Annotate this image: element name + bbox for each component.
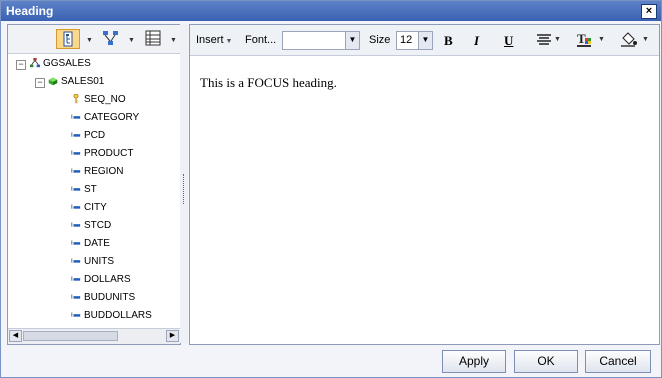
- svg-text:T: T: [577, 32, 586, 46]
- field-tree-panel: ▼ ▼ ▼ − GGSALES − SALES01 SEQ_NO CATEGOR…: [7, 24, 181, 345]
- hierarchy-icon: [30, 58, 40, 68]
- scroll-right-icon[interactable]: ▶: [166, 330, 179, 342]
- italic-button[interactable]: I: [474, 33, 479, 49]
- field-label: STCD: [84, 220, 112, 231]
- scroll-thumb[interactable]: [23, 331, 118, 341]
- field-icon: [71, 132, 81, 138]
- heading-editor-panel: Insert ▼ Font... ▼ Size 12 ▼ B I U ▼ T ▼…: [189, 24, 660, 345]
- font-dropdown-icon[interactable]: ▼: [345, 31, 360, 50]
- text-color-icon[interactable]: T: [576, 32, 594, 48]
- tree-field-st[interactable]: ST: [71, 182, 97, 198]
- apply-button[interactable]: Apply: [442, 350, 506, 373]
- tree-field-pcd[interactable]: PCD: [71, 128, 105, 144]
- horizontal-scrollbar[interactable]: ◀ ▶: [8, 328, 180, 344]
- tree-field-category[interactable]: CATEGORY: [71, 110, 139, 126]
- tree-node-label: GGSALES: [43, 58, 91, 69]
- field-icon: [71, 150, 81, 156]
- align-icon[interactable]: [536, 34, 552, 46]
- size-label: Size: [369, 34, 391, 46]
- editor-toolbar: Insert ▼ Font... ▼ Size 12 ▼ B I U ▼ T ▼…: [190, 25, 659, 56]
- size-dropdown-icon[interactable]: ▼: [418, 31, 433, 50]
- size-value: 12: [400, 34, 413, 46]
- field-icon: [71, 168, 81, 174]
- field-icon: [71, 258, 81, 264]
- align-dropdown-icon[interactable]: ▼: [554, 36, 561, 43]
- key-icon: [73, 94, 79, 104]
- field-label: CITY: [84, 202, 107, 213]
- field-label: PCD: [84, 130, 106, 141]
- heading-dialog: Heading × ▼ ▼ ▼ − GGSALES − SALES01 SEQ_…: [0, 0, 662, 378]
- field-label: CATEGORY: [84, 112, 140, 123]
- field-label: UNITS: [84, 256, 114, 267]
- field-label: DOLLARS: [84, 274, 131, 285]
- tree-view-icon: [63, 31, 73, 47]
- tree-node-label: SALES01: [61, 76, 105, 87]
- panel-splitter[interactable]: [180, 24, 188, 343]
- field-icon: [71, 222, 81, 228]
- ok-button[interactable]: OK: [514, 350, 578, 373]
- tree-node-root[interactable]: GGSALES: [30, 56, 91, 72]
- field-label: DATE: [84, 238, 110, 249]
- field-icon: [71, 114, 81, 120]
- tree-field-city[interactable]: CITY: [71, 200, 107, 216]
- cancel-button[interactable]: Cancel: [585, 350, 651, 373]
- left-toolbar: ▼ ▼ ▼: [8, 25, 180, 54]
- field-tree: − GGSALES − SALES01 SEQ_NO CATEGORY PCD …: [8, 55, 180, 327]
- title-bar: Heading ×: [1, 1, 661, 21]
- field-label: BUDUNITS: [84, 292, 136, 303]
- tree-field-dollars[interactable]: DOLLARS: [71, 272, 131, 288]
- field-label: ST: [84, 184, 97, 195]
- scroll-left-icon[interactable]: ◀: [9, 330, 22, 342]
- close-icon[interactable]: ×: [641, 4, 657, 19]
- field-label: PRODUCT: [84, 148, 134, 159]
- fill-color-icon[interactable]: [620, 32, 638, 48]
- field-label: BUDDOLLARS: [84, 310, 152, 321]
- field-icon: [71, 294, 81, 300]
- list-view-button[interactable]: [142, 29, 164, 49]
- text-color-dropdown-icon[interactable]: ▼: [598, 36, 605, 43]
- font-button[interactable]: Font...: [245, 34, 276, 46]
- tree-field-seq-no[interactable]: SEQ_NO: [71, 92, 126, 108]
- tree-view-dropdown-icon[interactable]: ▼: [86, 37, 93, 44]
- segment-cube-icon: [48, 77, 58, 86]
- list-view-dropdown-icon[interactable]: ▼: [170, 37, 177, 44]
- tree-view-button[interactable]: [56, 29, 80, 49]
- window-title: Heading: [6, 4, 54, 18]
- field-label: SEQ_NO: [84, 94, 126, 105]
- field-icon: [71, 204, 81, 210]
- hierarchy-view-button[interactable]: [100, 29, 122, 49]
- insert-dropdown-icon: ▼: [223, 38, 233, 45]
- list-view-icon: [145, 30, 161, 46]
- field-icon: [71, 186, 81, 192]
- tree-field-buddollars[interactable]: BUDDOLLARS: [71, 308, 152, 324]
- tree-field-date[interactable]: DATE: [71, 236, 110, 252]
- hierarchy-dropdown-icon[interactable]: ▼: [128, 37, 135, 44]
- tree-field-region[interactable]: REGION: [71, 164, 123, 180]
- insert-menu[interactable]: Insert ▼: [196, 34, 232, 46]
- underline-button[interactable]: U: [504, 33, 513, 49]
- segment-collapse-icon[interactable]: −: [35, 78, 45, 88]
- tree-field-product[interactable]: PRODUCT: [71, 146, 133, 162]
- splitter-grip-icon[interactable]: [183, 174, 186, 204]
- field-icon: [71, 240, 81, 246]
- tree-field-stcd[interactable]: STCD: [71, 218, 111, 234]
- insert-label: Insert: [196, 34, 224, 46]
- bold-button[interactable]: B: [444, 33, 453, 49]
- fill-color-dropdown-icon[interactable]: ▼: [642, 36, 649, 43]
- tree-field-units[interactable]: UNITS: [71, 254, 114, 270]
- field-icon: [71, 276, 81, 282]
- field-icon: [71, 312, 81, 318]
- hierarchy-view-icon: [103, 31, 118, 45]
- root-collapse-icon[interactable]: −: [16, 60, 26, 70]
- heading-text-area[interactable]: This is a FOCUS heading.: [200, 75, 337, 91]
- tree-field-budunits[interactable]: BUDUNITS: [71, 290, 135, 306]
- tree-node-segment[interactable]: SALES01: [48, 74, 104, 90]
- field-label: REGION: [84, 166, 124, 177]
